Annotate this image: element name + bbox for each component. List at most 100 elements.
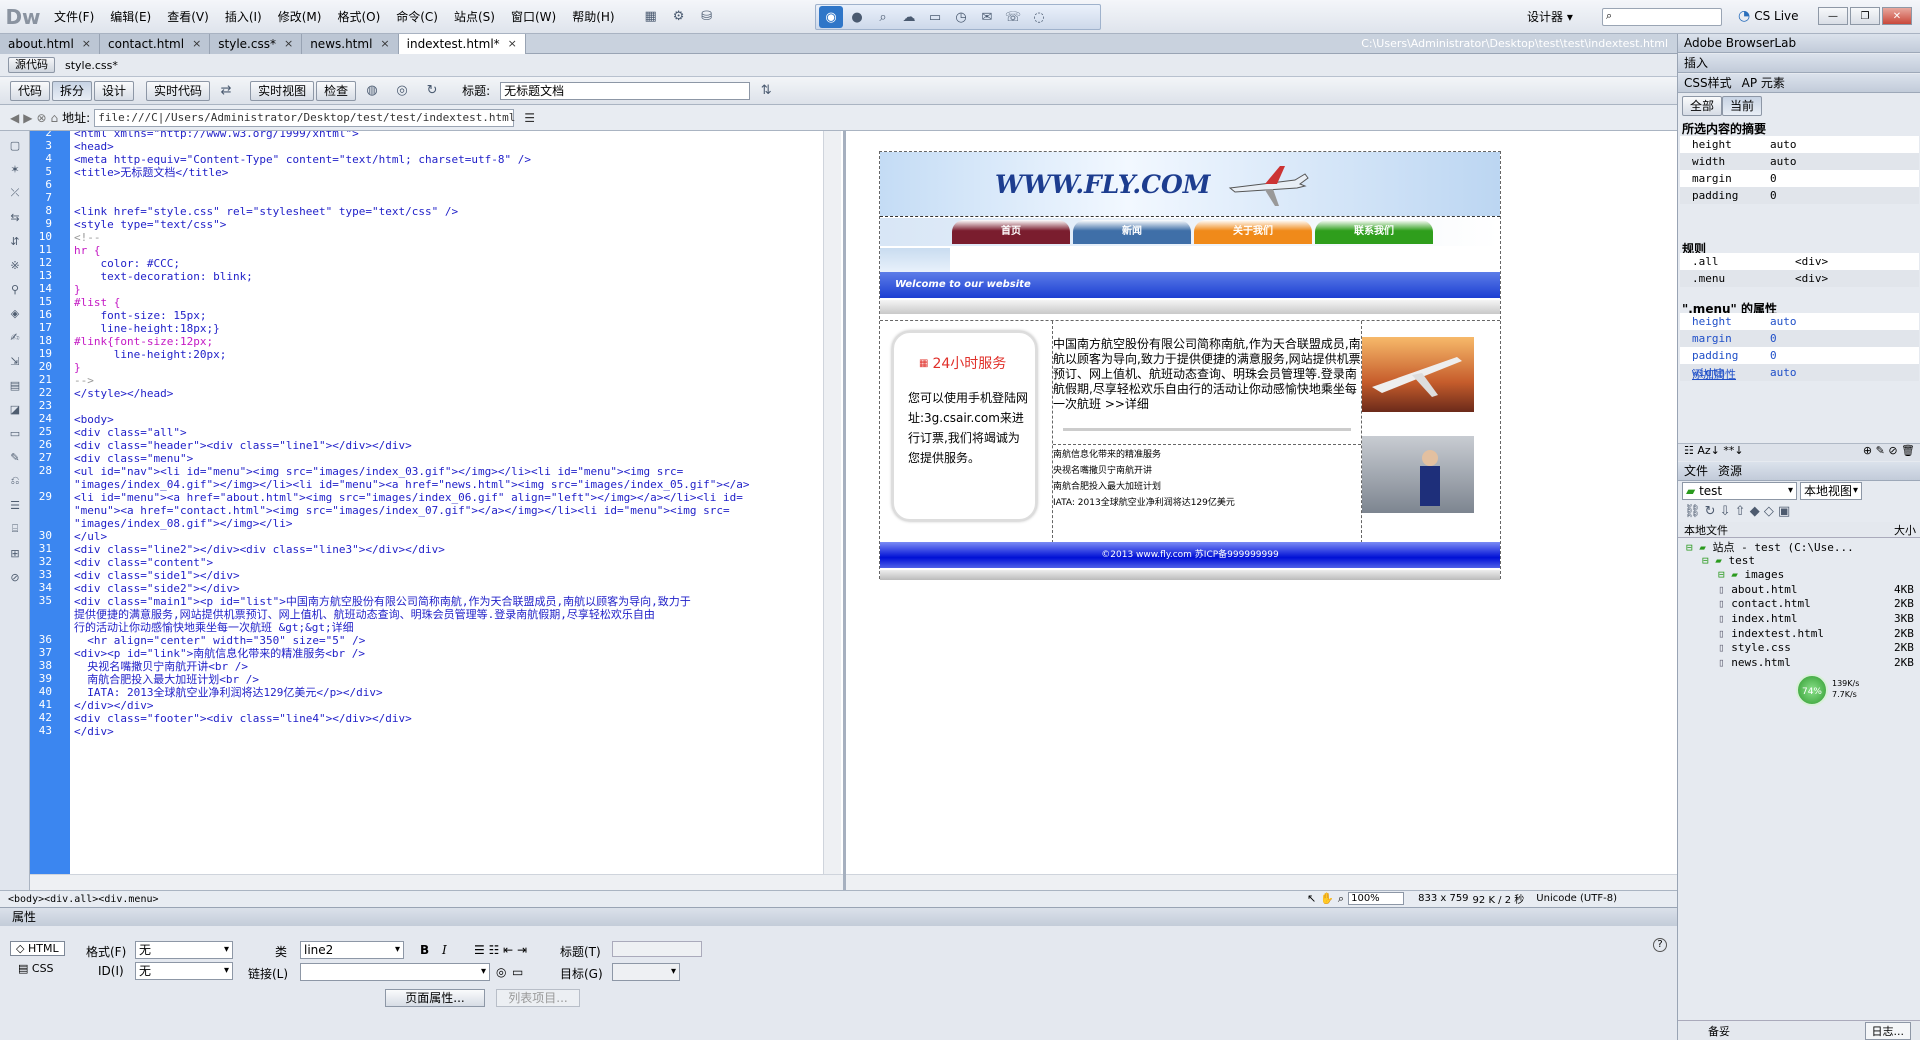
- minimize-button[interactable]: —: [1818, 7, 1848, 25]
- props-row[interactable]: margin 0: [1680, 330, 1919, 347]
- tab-assets[interactable]: 资源: [1718, 462, 1742, 480]
- class-select[interactable]: line2: [300, 941, 404, 959]
- back-icon[interactable]: ◀: [10, 111, 19, 125]
- file-tree-item[interactable]: ⊟ ▰ 站点 - test (C:\Use...: [1686, 539, 1854, 555]
- all-button[interactable]: 全部: [1682, 96, 1723, 116]
- coding-tool-icon[interactable]: ⎌: [5, 471, 25, 491]
- menu-item-2[interactable]: 查看(V): [159, 0, 217, 34]
- list-items-button[interactable]: 列表项目...: [496, 989, 580, 1007]
- coding-tool-icon[interactable]: ◪: [5, 399, 25, 419]
- monitor-icon[interactable]: ▭: [923, 6, 947, 28]
- cloud-icon[interactable]: ☁: [897, 6, 921, 28]
- menu-item-3[interactable]: 插入(I): [217, 0, 270, 34]
- props-row[interactable]: height auto: [1680, 313, 1919, 330]
- nav-button[interactable]: 联系我们: [1315, 220, 1433, 244]
- help-icon[interactable]: ?: [1653, 938, 1667, 952]
- file-tree-item[interactable]: ▯ about.html: [1718, 583, 1797, 596]
- code-view[interactable]: 2 3 4 5 6 7 8 9 10 11 12 13 14 15 16 17 18 19 20 21 22 23 24 25…: [30, 131, 843, 874]
- close-tab-icon[interactable]: ×: [508, 34, 517, 54]
- coding-tool-icon[interactable]: ⤫: [5, 183, 25, 203]
- coding-tool-icon[interactable]: ※: [5, 255, 25, 275]
- code-line[interactable]: </div>: [74, 724, 114, 739]
- design-horizontal-scrollbar[interactable]: [846, 874, 1677, 890]
- browse-folder-icon[interactable]: ▭: [512, 965, 523, 979]
- coding-tool-icon[interactable]: ⇆: [5, 207, 25, 227]
- live-view-button[interactable]: 实时视图: [250, 80, 315, 101]
- code-line[interactable]: <html xmlns="http://www.w3.org/1999/xhtm…: [74, 131, 359, 141]
- close-tab-icon[interactable]: ×: [192, 34, 201, 54]
- document-tab[interactable]: about.html ×: [0, 34, 100, 54]
- zoom-select[interactable]: 100%: [1348, 892, 1405, 905]
- window-size[interactable]: 833 x 759: [1418, 893, 1468, 904]
- zoom-icon[interactable]: ⌕: [1338, 892, 1344, 906]
- user-icon[interactable]: ●: [845, 6, 869, 28]
- nav-button[interactable]: 首页: [952, 220, 1070, 244]
- workspace-switcher[interactable]: 设计器 ▾: [1527, 8, 1573, 25]
- code-scrollbar[interactable]: [823, 131, 841, 875]
- news-link[interactable]: 南航信息化带来的精准服务: [1053, 447, 1235, 463]
- col-size[interactable]: 大小: [1894, 522, 1916, 538]
- code-line[interactable]: line-height:20px;: [74, 347, 227, 362]
- refresh-icon[interactable]: ↻: [421, 80, 443, 102]
- news-link[interactable]: IATA: 2013全球航空业净利润将达129亿美元: [1053, 495, 1235, 511]
- view-select[interactable]: 本地视图: [1800, 482, 1862, 500]
- file-tree-item[interactable]: ⊟ ▰ images: [1718, 568, 1784, 581]
- code-line[interactable]: </style></head>: [74, 386, 173, 401]
- coding-tool-icon[interactable]: ◈: [5, 303, 25, 323]
- stop-icon[interactable]: ⊗: [36, 111, 46, 125]
- menu-item-6[interactable]: 命令(C): [388, 0, 446, 34]
- close-tab-icon[interactable]: ×: [82, 34, 91, 54]
- page-properties-button[interactable]: 页面属性...: [385, 989, 485, 1007]
- address-input[interactable]: file:///C|/Users/Administrator/Desktop/t…: [94, 108, 515, 127]
- source-code-button[interactable]: 源代码: [8, 57, 55, 73]
- file-tree-item[interactable]: ▯ style.css: [1718, 641, 1791, 654]
- code-line[interactable]: text-decoration: blink;: [74, 269, 252, 284]
- add-property-link[interactable]: 添加属性: [1692, 366, 1736, 382]
- check-browser-icon[interactable]: ◎: [391, 80, 413, 102]
- document-tab[interactable]: contact.html ×: [100, 34, 211, 54]
- title-prop-input[interactable]: [612, 941, 702, 957]
- coding-tool-icon[interactable]: ✍: [5, 327, 25, 347]
- document-tab[interactable]: style.css* ×: [210, 34, 303, 54]
- clock-icon[interactable]: ◷: [949, 6, 973, 28]
- menu-item-5[interactable]: 格式(O): [329, 0, 388, 34]
- coding-tool-icon[interactable]: ✎: [5, 447, 25, 467]
- nav-button[interactable]: 关于我们: [1194, 220, 1312, 244]
- close-button[interactable]: ✕: [1882, 7, 1912, 25]
- file-tree-item[interactable]: ▯ indextest.html: [1718, 627, 1824, 640]
- coding-tool-icon[interactable]: ▤: [5, 375, 25, 395]
- preview-globe-icon[interactable]: ◍: [361, 80, 383, 102]
- code-line[interactable]: <title>无标题文档</title>: [74, 165, 228, 180]
- coding-tool-icon[interactable]: ⇲: [5, 351, 25, 371]
- italic-button[interactable]: I: [442, 943, 447, 957]
- tab-ap-elements[interactable]: AP 元素: [1742, 74, 1785, 92]
- summary-row[interactable]: margin 0: [1680, 170, 1919, 187]
- search-icon[interactable]: ⌕: [871, 6, 895, 28]
- close-tab-icon[interactable]: ×: [380, 34, 389, 54]
- menu-item-9[interactable]: 帮助(H): [564, 0, 622, 34]
- file-tree-item[interactable]: ⊟ ▰ test: [1702, 554, 1755, 567]
- summary-row[interactable]: height auto: [1680, 136, 1919, 153]
- layout-icon[interactable]: ▦: [640, 6, 662, 28]
- file-tree-item[interactable]: ▯ index.html: [1718, 612, 1797, 625]
- news-link[interactable]: 央视名嘴撒贝宁南航开讲: [1053, 463, 1235, 479]
- title-input[interactable]: 无标题文档: [500, 81, 751, 100]
- summary-row[interactable]: width auto: [1680, 153, 1919, 170]
- help-search-input[interactable]: ⌕: [1602, 8, 1722, 26]
- id-select[interactable]: 无: [135, 962, 233, 980]
- forward-icon[interactable]: ▶: [23, 111, 32, 125]
- file-tree-item[interactable]: ▯ news.html: [1718, 656, 1791, 669]
- coding-tool-icon[interactable]: ⚲: [5, 279, 25, 299]
- file-management-icon[interactable]: ⇅: [755, 80, 777, 102]
- coding-tool-icon[interactable]: ✶: [5, 159, 25, 179]
- menu-item-7[interactable]: 站点(S): [446, 0, 503, 34]
- insert-header[interactable]: 插入: [1678, 54, 1920, 73]
- point-to-file-icon[interactable]: ◎: [496, 965, 506, 979]
- coding-tool-icon[interactable]: ▢: [5, 135, 25, 155]
- phone-icon[interactable]: ☏: [1001, 6, 1025, 28]
- site-select[interactable]: ▰ test: [1682, 482, 1797, 500]
- news-link[interactable]: 南航合肥投入最大加班计划: [1053, 479, 1235, 495]
- options-icon[interactable]: ☰: [524, 111, 535, 125]
- code-horizontal-scrollbar[interactable]: [30, 874, 843, 890]
- bold-button[interactable]: B: [420, 943, 429, 957]
